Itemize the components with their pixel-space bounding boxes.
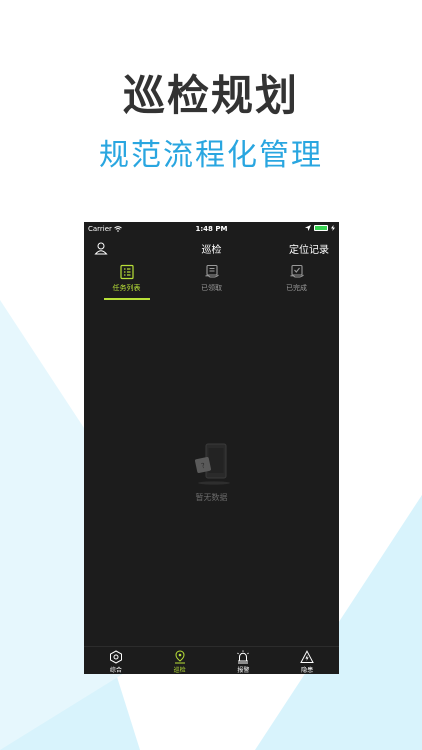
hazard-icon — [300, 650, 314, 663]
tab-label: 已领取 — [201, 284, 222, 292]
bottom-nav-overview[interactable]: 综合 — [84, 647, 148, 674]
tab-received[interactable]: 已领取 — [169, 264, 254, 300]
location-record-button[interactable]: 定位记录 — [289, 241, 329, 256]
empty-state: ? 暂无数据 — [84, 442, 339, 503]
bottom-nav-label: 综合 — [109, 667, 122, 674]
headline: 巡检规划 — [122, 71, 299, 120]
empty-state-text: 暂无数据 — [195, 493, 228, 502]
completed-icon — [289, 264, 304, 278]
tab-bar: 任务列表 已领取 已完成 — [84, 264, 339, 300]
nav-bar: 巡检 定位记录 — [84, 238, 339, 260]
active-tab-indicator — [103, 298, 150, 300]
tab-label: 已完成 — [286, 284, 307, 292]
hexagon-icon — [109, 650, 122, 664]
battery-icon — [314, 225, 328, 231]
bottom-nav-hazard[interactable]: 隐患 — [275, 647, 339, 674]
charging-icon — [331, 225, 335, 231]
status-time: 1:48 PM — [195, 225, 228, 233]
task-list-icon — [119, 264, 134, 280]
status-bar: Carrier 1:48 PM — [84, 222, 339, 236]
tab-label: 任务列表 — [112, 284, 141, 292]
subline: 规范流程化管理 — [99, 138, 323, 173]
location-arrow-icon — [305, 225, 311, 231]
bottom-nav-label: 报警 — [237, 667, 250, 674]
bottom-nav-label: 隐患 — [301, 667, 314, 674]
empty-phone-icon: ? — [194, 443, 230, 485]
tab-task-list[interactable]: 任务列表 — [84, 264, 169, 300]
bottom-nav-inspection[interactable]: 巡检 — [148, 647, 212, 674]
bottom-nav-alarm[interactable]: 报警 — [212, 647, 276, 674]
tab-completed[interactable]: 已完成 — [254, 264, 339, 300]
location-pin-icon — [174, 650, 185, 664]
bottom-nav: 综合 巡检 报警 隐患 — [84, 646, 339, 674]
received-icon — [204, 264, 219, 278]
alarm-icon — [237, 650, 250, 664]
phone-screen: Carrier 1:48 PM 巡检 定位记录 任务列表 已领取 已完成 ? 暂… — [84, 222, 339, 674]
status-right — [305, 225, 335, 231]
bottom-nav-label: 巡检 — [173, 667, 186, 674]
